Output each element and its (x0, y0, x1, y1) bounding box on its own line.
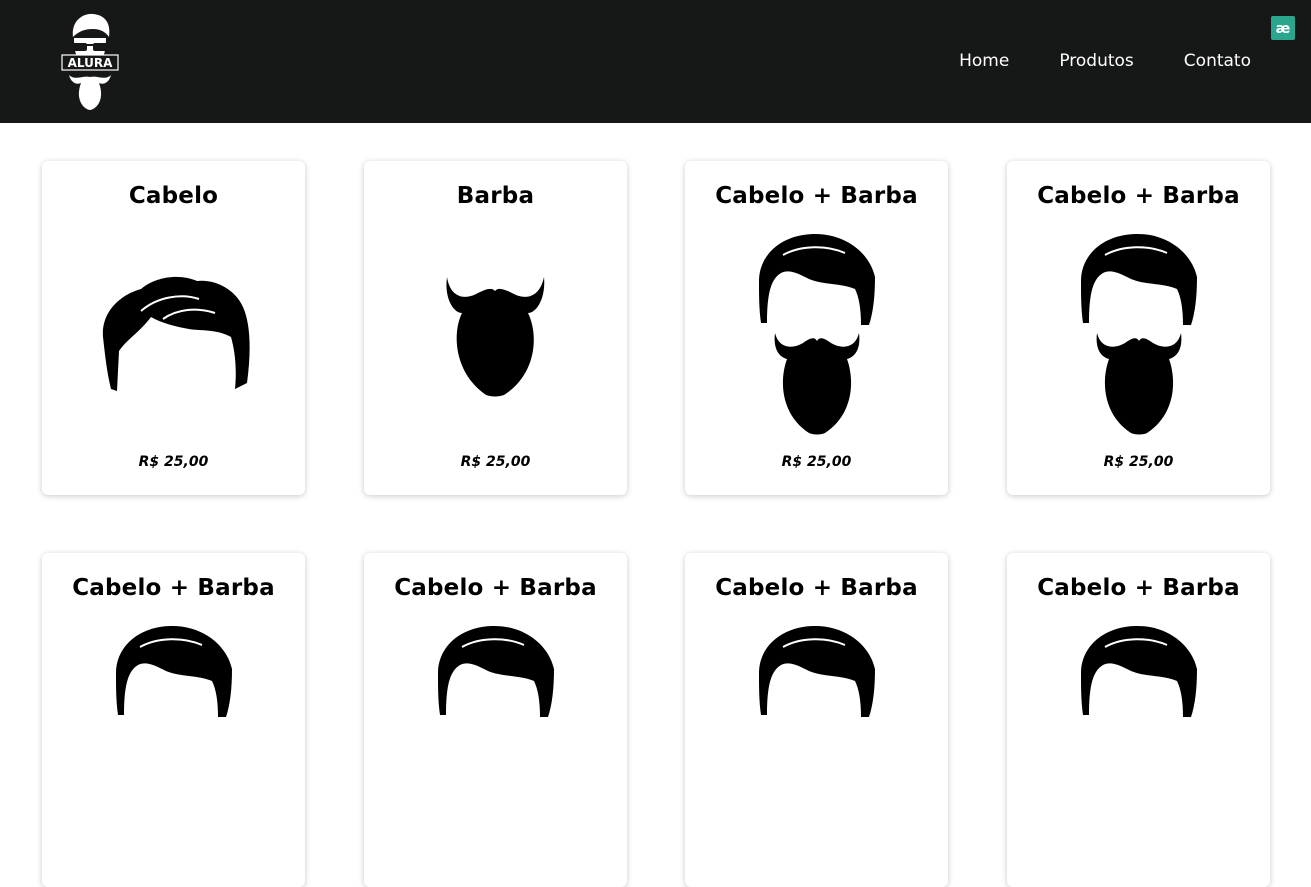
product-card[interactable]: Barba R$ 25,00 (364, 161, 627, 495)
product-grid: Cabelo R$ 25,00 Barba R$ 25,00 Cabelo + … (0, 0, 1311, 887)
product-card[interactable]: Cabelo + Barba (42, 553, 305, 887)
hair-and-beard-icon (364, 553, 627, 887)
hair-and-beard-icon (685, 161, 948, 495)
hair-and-beard-icon (1007, 161, 1270, 495)
beard-icon (364, 161, 627, 495)
product-price: R$ 25,00 (1103, 454, 1174, 470)
product-card[interactable]: Cabelo + Barba R$ 25,00 (685, 161, 948, 495)
product-price: R$ 25,00 (781, 454, 852, 470)
product-card[interactable]: Cabelo + Barba R$ 25,00 (1007, 161, 1270, 495)
product-card[interactable]: Cabelo + Barba (685, 553, 948, 887)
hair-icon (42, 161, 305, 495)
product-card[interactable]: Cabelo R$ 25,00 (42, 161, 305, 495)
product-price: R$ 25,00 (460, 454, 531, 470)
product-card[interactable]: Cabelo + Barba (364, 553, 627, 887)
product-price: R$ 25,00 (138, 454, 209, 470)
product-card[interactable]: Cabelo + Barba (1007, 553, 1270, 887)
hair-and-beard-icon (685, 553, 948, 887)
hair-and-beard-icon (42, 553, 305, 887)
hair-and-beard-icon (1007, 553, 1270, 887)
